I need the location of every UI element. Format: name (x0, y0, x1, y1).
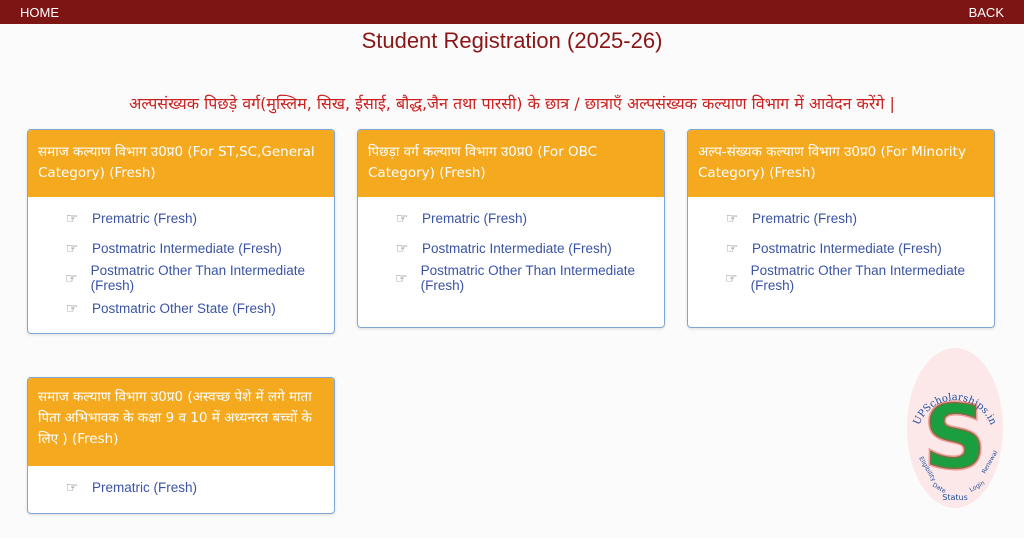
upscholarships-logo: UPScholarships.in S S Eligibility Date S… (907, 348, 1003, 508)
prematric-link[interactable]: ☞ Prematric (Fresh) (28, 472, 334, 502)
postmatric-other-than-intermediate-link[interactable]: ☞ Postmatric Other Than Intermediate (Fr… (688, 263, 994, 293)
link-label: Postmatric Intermediate (Fresh) (92, 240, 282, 256)
postmatric-other-than-intermediate-link[interactable]: ☞ Postmatric Other Than Intermediate (Fr… (28, 263, 334, 293)
link-label: Prematric (Fresh) (92, 210, 198, 226)
top-nav-bar: HOME BACK (0, 0, 1024, 24)
link-label: Prematric (Fresh) (92, 479, 198, 495)
prematric-link[interactable]: ☞ Prematric (Fresh) (688, 203, 994, 233)
pointing-hand-icon: ☞ (65, 299, 79, 316)
pointing-hand-icon: ☞ (65, 269, 78, 286)
pointing-hand-icon: ☞ (395, 269, 408, 286)
home-link[interactable]: HOME (20, 5, 59, 20)
postmatric-other-state-link[interactable]: ☞ Postmatric Other State (Fresh) (28, 293, 334, 323)
logo-word-status: Status (942, 493, 968, 502)
card-header: समाज कल्याण विभाग उ0प्र0 (For ST,SC,Gene… (28, 130, 334, 197)
card-sc-st-general: समाज कल्याण विभाग उ0प्र0 (For ST,SC,Gene… (27, 129, 335, 334)
pointing-hand-icon: ☞ (395, 239, 409, 256)
pointing-hand-icon: ☞ (395, 209, 409, 226)
link-label: Postmatric Other State (Fresh) (92, 300, 276, 316)
card-header: पिछड़ा वर्ग कल्याण विभाग उ0प्र0 (For OBC… (358, 130, 664, 197)
pointing-hand-icon: ☞ (725, 239, 739, 256)
card-obc: पिछड़ा वर्ग कल्याण विभाग उ0प्र0 (For OBC… (357, 129, 665, 328)
postmatric-intermediate-link[interactable]: ☞ Postmatric Intermediate (Fresh) (358, 233, 664, 263)
link-label: Prematric (Fresh) (752, 210, 858, 226)
card-header: अल्प-संख्यक कल्याण विभाग उ0प्र0 (For Min… (688, 130, 994, 197)
prematric-link[interactable]: ☞ Prematric (Fresh) (358, 203, 664, 233)
link-label: Prematric (Fresh) (422, 210, 528, 226)
pointing-hand-icon: ☞ (65, 239, 79, 256)
link-label: Postmatric Other Than Intermediate (Fres… (750, 263, 965, 293)
pointing-hand-icon: ☞ (65, 478, 79, 495)
postmatric-intermediate-link[interactable]: ☞ Postmatric Intermediate (Fresh) (28, 233, 334, 263)
card-links: ☞ Prematric (Fresh) ☞ Postmatric Interme… (358, 197, 664, 299)
pointing-hand-icon: ☞ (725, 269, 738, 286)
postmatric-other-than-intermediate-link[interactable]: ☞ Postmatric Other Than Intermediate (Fr… (358, 263, 664, 293)
pointing-hand-icon: ☞ (725, 209, 739, 226)
back-link[interactable]: BACK (969, 5, 1004, 20)
card-unclean-occupation: समाज कल्याण विभाग उ0प्र0 (अस्वच्छ पेशे म… (27, 377, 335, 514)
card-header: समाज कल्याण विभाग उ0प्र0 (अस्वच्छ पेशे म… (28, 378, 334, 466)
card-links: ☞ Prematric (Fresh) ☞ Postmatric Interme… (688, 197, 994, 299)
card-links: ☞ Prematric (Fresh) (28, 466, 334, 508)
card-links: ☞ Prematric (Fresh) ☞ Postmatric Interme… (28, 197, 334, 329)
prematric-link[interactable]: ☞ Prematric (Fresh) (28, 203, 334, 233)
card-minority: अल्प-संख्यक कल्याण विभाग उ0प्र0 (For Min… (687, 129, 995, 328)
minority-notice: अल्पसंख्यक पिछड़े वर्ग(मुस्लिम, सिख, ईसा… (129, 94, 895, 113)
page-title: Student Registration (2025-26) (361, 28, 663, 53)
link-label: Postmatric Other Than Intermediate (Fres… (420, 263, 635, 293)
link-label: Postmatric Other Than Intermediate (Fres… (90, 263, 305, 293)
pointing-hand-icon: ☞ (65, 209, 79, 226)
link-label: Postmatric Intermediate (Fresh) (752, 240, 942, 256)
postmatric-intermediate-link[interactable]: ☞ Postmatric Intermediate (Fresh) (688, 233, 994, 263)
link-label: Postmatric Intermediate (Fresh) (422, 240, 612, 256)
